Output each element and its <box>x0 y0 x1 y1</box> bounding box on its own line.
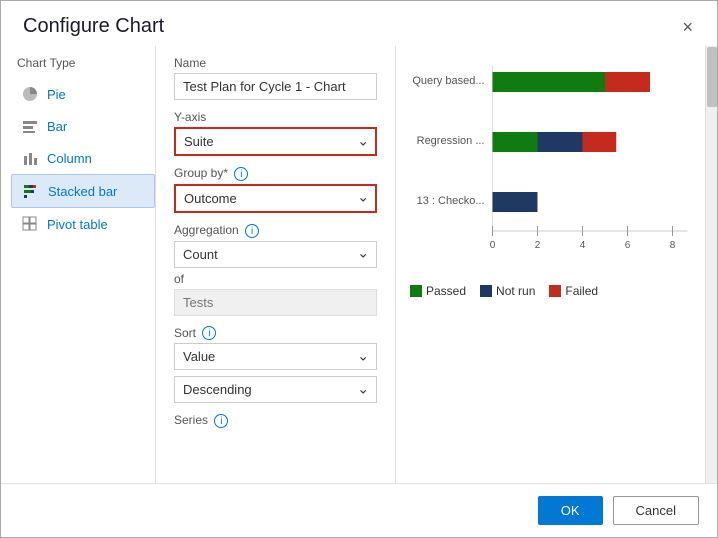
of-input <box>174 289 377 316</box>
passed-label: Passed <box>426 284 466 298</box>
series-info-icon[interactable]: i <box>214 414 228 428</box>
svg-text:2: 2 <box>535 240 541 251</box>
svg-text:Query based...: Query based... <box>412 75 484 87</box>
failed-color <box>549 285 561 297</box>
scrollbar-thumb[interactable] <box>707 47 717 107</box>
yaxis-select-wrapper: Suite <box>174 127 377 156</box>
chart-type-label: Chart Type <box>11 56 155 70</box>
legend-not-run: Not run <box>480 284 535 298</box>
svg-text:13 : Checko...: 13 : Checko... <box>417 195 485 207</box>
column-label: Column <box>47 151 92 166</box>
chart-legend: Passed Not run Failed <box>410 284 695 298</box>
dialog-footer: OK Cancel <box>1 483 717 537</box>
aggregation-label: Aggregation i <box>174 223 377 238</box>
pie-label: Pie <box>47 87 66 102</box>
name-label: Name <box>174 56 377 70</box>
aggregation-select[interactable]: Count <box>174 241 377 268</box>
ok-button[interactable]: OK <box>538 496 603 525</box>
cancel-button[interactable]: Cancel <box>613 496 699 525</box>
close-button[interactable]: × <box>676 16 699 38</box>
chart-area: Query based... Regression ... 13 : Check… <box>396 46 705 483</box>
sidebar-item-pie[interactable]: Pie <box>11 78 155 110</box>
of-label: of <box>174 272 377 286</box>
pie-icon <box>21 85 39 103</box>
sort-dir-select[interactable]: Descending <box>174 376 377 403</box>
passed-color <box>410 285 422 297</box>
sidebar-item-pivot-table[interactable]: Pivot table <box>11 208 155 240</box>
sort-dir-select-wrapper: Descending <box>174 376 377 403</box>
sort-info-icon[interactable]: i <box>202 326 216 340</box>
aggregation-select-wrapper: Count <box>174 241 377 268</box>
yaxis-label: Y-axis <box>174 110 377 124</box>
yaxis-select[interactable]: Suite <box>174 127 377 156</box>
sort-select-wrapper: Value <box>174 343 377 370</box>
not-run-label: Not run <box>496 284 535 298</box>
svg-text:4: 4 <box>580 240 586 251</box>
configure-chart-dialog: Configure Chart × Chart Type Pie <box>0 0 718 538</box>
scrollbar[interactable] <box>705 46 717 483</box>
groupby-select-wrapper: Outcome <box>174 184 377 213</box>
stacked-bar-icon <box>22 182 40 200</box>
groupby-select[interactable]: Outcome <box>174 184 377 213</box>
sort-label: Sort i <box>174 326 377 341</box>
failed-label: Failed <box>565 284 598 298</box>
groupby-label: Group by* i <box>174 166 377 181</box>
stacked-bar-label: Stacked bar <box>48 184 117 199</box>
dialog-title: Configure Chart <box>23 15 164 38</box>
sidebar-item-bar[interactable]: Bar <box>11 110 155 142</box>
legend-passed: Passed <box>410 284 466 298</box>
pivot-icon <box>21 215 39 233</box>
groupby-info-icon[interactable]: i <box>234 167 248 181</box>
legend-failed: Failed <box>549 284 598 298</box>
series-label: Series i <box>174 413 377 428</box>
svg-text:6: 6 <box>625 240 631 251</box>
name-input[interactable] <box>174 73 377 100</box>
svg-text:8: 8 <box>670 240 676 251</box>
sidebar: Chart Type Pie <box>1 46 156 483</box>
bar-icon <box>21 117 39 135</box>
sidebar-item-stacked-bar[interactable]: Stacked bar <box>11 174 155 208</box>
column-icon <box>21 149 39 167</box>
aggregation-info-icon[interactable]: i <box>245 224 259 238</box>
form-area: Name Y-axis Suite Group by* i Outcome Ag… <box>156 46 396 483</box>
dialog-body: Chart Type Pie <box>1 46 717 483</box>
dialog-titlebar: Configure Chart × <box>1 1 717 46</box>
sort-select[interactable]: Value <box>174 343 377 370</box>
svg-text:0: 0 <box>490 240 496 251</box>
not-run-color <box>480 285 492 297</box>
stacked-bar-chart: Query based... Regression ... 13 : Check… <box>410 56 695 276</box>
svg-text:Regression ...: Regression ... <box>417 135 485 147</box>
pivot-table-label: Pivot table <box>47 217 108 232</box>
bar-label: Bar <box>47 119 67 134</box>
sidebar-item-column[interactable]: Column <box>11 142 155 174</box>
